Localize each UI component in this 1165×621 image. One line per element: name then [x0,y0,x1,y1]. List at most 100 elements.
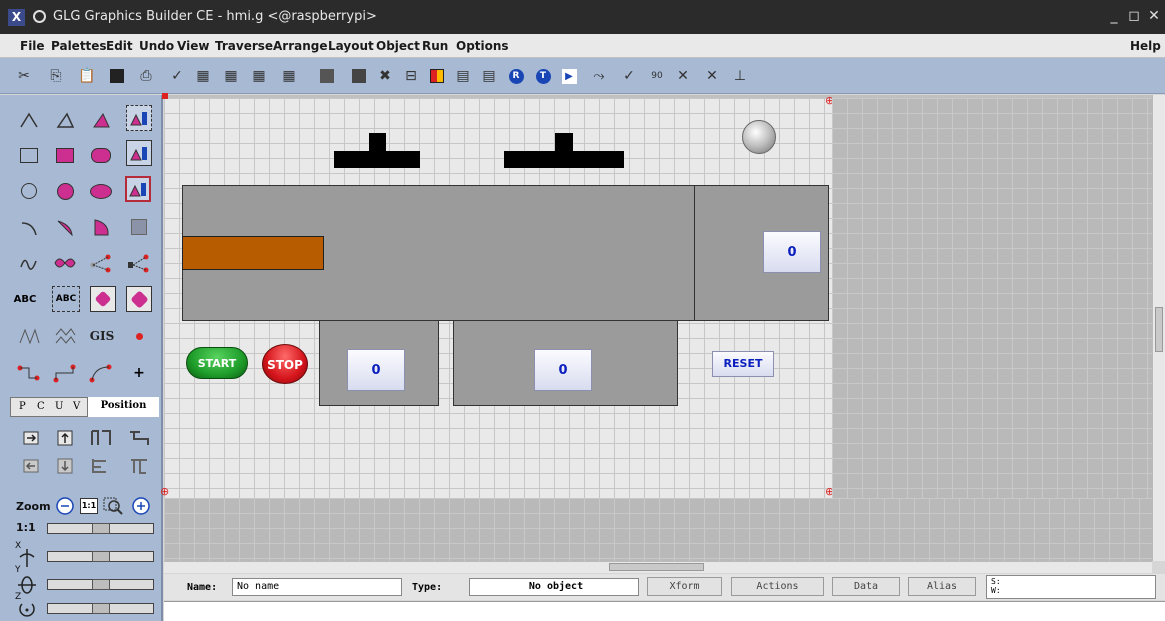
menu-edit[interactable]: Edit [106,39,133,53]
minimize-button[interactable]: _ [1105,7,1123,25]
spline-icon[interactable] [16,250,42,276]
marker-pattern-icon[interactable] [16,323,42,349]
image-icon[interactable] [90,286,116,312]
menu-traverse[interactable]: Traverse [215,39,273,53]
gis-icon[interactable]: GIS [89,323,115,349]
move-up-icon[interactable] [52,425,78,451]
move-down-icon[interactable] [52,453,78,479]
rounded-rectangle-icon[interactable] [88,142,114,168]
menu-undo[interactable]: Undo [139,39,174,53]
circle-variants-icon[interactable] [125,176,151,202]
rotate-90-icon[interactable]: 90 [648,67,666,85]
alias-button[interactable]: Alias [908,577,976,596]
polygon-icon[interactable] [52,107,78,133]
tab-p[interactable]: P [19,401,26,412]
start-button[interactable]: START [186,347,248,379]
pie-icon[interactable] [88,214,114,240]
to-back-icon[interactable] [350,67,368,85]
tab-v[interactable]: V [73,401,80,412]
text-icon[interactable]: ABC [12,286,38,312]
move-right-icon[interactable] [18,425,44,451]
connector-straight-icon[interactable] [88,360,114,386]
connector-hv-icon[interactable] [16,360,42,386]
slider-thumb[interactable] [92,603,110,614]
value-display-left[interactable]: 0 [347,349,405,391]
list-icon[interactable]: ▤ [454,67,472,85]
tag-t-icon[interactable]: T [534,67,552,85]
image-frame-icon[interactable] [126,286,152,312]
run-icon[interactable]: ▶ [560,67,578,85]
group-edit-icon[interactable]: ▦ [250,67,268,85]
align-top-icon[interactable] [88,425,114,451]
filled-polygon-icon[interactable] [88,107,114,133]
scrollbar-thumb[interactable] [609,563,704,571]
value-display-middle[interactable]: 0 [534,349,592,391]
press-left-base[interactable] [334,151,420,168]
stop-button[interactable]: STOP [262,344,308,384]
orange-bar[interactable] [182,236,324,270]
filled-rectangle-icon[interactable] [52,142,78,168]
menu-file[interactable]: File [20,39,45,53]
drawing-area[interactable]: ⊕ ⊕ ⊕ 0 0 0 START STOP RESET [160,93,834,498]
vertical-scrollbar[interactable] [1152,95,1165,561]
close-button[interactable]: ✕ [1145,7,1163,25]
press-right-base[interactable] [504,151,624,168]
move-left-icon[interactable] [18,453,44,479]
menu-arrange[interactable]: Arrange [273,39,328,53]
menu-palettes[interactable]: Palettes [51,39,107,53]
name-field[interactable]: No name [232,578,402,596]
polygon-variants-icon[interactable] [126,105,152,131]
copy-icon[interactable]: ⎘ [47,67,65,85]
slider-thumb[interactable] [92,579,110,590]
indicator-lamp[interactable] [742,120,776,154]
x-rotation-slider[interactable] [47,551,154,562]
chord-icon[interactable] [52,214,78,240]
arc-variants-icon[interactable] [126,214,152,240]
menu-layout[interactable]: Layout [328,39,374,53]
add-point-icon[interactable]: + [126,360,152,386]
filled-circle-icon[interactable] [52,178,78,204]
zoom-out-icon[interactable] [52,493,78,519]
press-right-stem[interactable] [555,133,573,153]
tab-c[interactable]: C [37,401,45,412]
marker-icon[interactable] [126,323,152,349]
to-front-icon[interactable] [318,67,336,85]
press-left-stem[interactable] [369,133,386,153]
maximize-button[interactable]: ◻ [1125,7,1143,25]
draw-curve-icon[interactable]: ✓ [620,67,638,85]
save-icon[interactable] [108,67,126,85]
slider-thumb[interactable] [92,523,110,534]
zoom-in-icon[interactable] [128,493,154,519]
z-rotation-slider[interactable] [47,603,154,614]
rectangle-icon[interactable] [16,142,42,168]
window-menu-icon[interactable] [33,10,46,23]
layout-icon[interactable]: ⊟ [402,67,420,85]
zoom-to-rect-icon[interactable] [100,493,126,519]
reset-button[interactable]: RESET [712,351,774,377]
flip-icon[interactable]: ✕ [674,67,692,85]
connector-icon[interactable]: ⤳ [590,67,608,85]
group-icon[interactable]: ▦ [194,67,212,85]
arc-icon[interactable] [16,214,42,240]
actions-button[interactable]: Actions [731,577,824,596]
menu-run[interactable]: Run [422,39,448,53]
double-arrow-icon[interactable] [52,323,78,349]
align-center-icon[interactable] [126,453,152,479]
filled-spline-icon[interactable] [52,250,78,276]
cut-icon[interactable]: ✂ [15,67,33,85]
zoom-slider[interactable] [47,523,154,534]
value-display-right[interactable]: 0 [763,231,821,273]
data-button[interactable]: Data [832,577,900,596]
ellipse-icon[interactable] [88,178,114,204]
text-box-icon[interactable]: ABC [52,286,80,312]
connector-vh-icon[interactable] [52,360,78,386]
drawing-canvas[interactable]: ⊕ ⊕ ⊕ 0 0 0 START STOP RESET [160,93,1152,561]
circle-icon[interactable] [16,178,42,204]
scale-icon[interactable]: ✕ [703,67,721,85]
axes-icon[interactable]: ⊥ [731,67,749,85]
menu-object[interactable]: Object [376,39,420,53]
ungroup-icon[interactable]: ▦ [222,67,240,85]
connector-nodes-icon[interactable] [88,250,114,276]
rectangle-variants-icon[interactable] [126,140,152,166]
print-icon[interactable]: ⎙ [137,67,155,85]
